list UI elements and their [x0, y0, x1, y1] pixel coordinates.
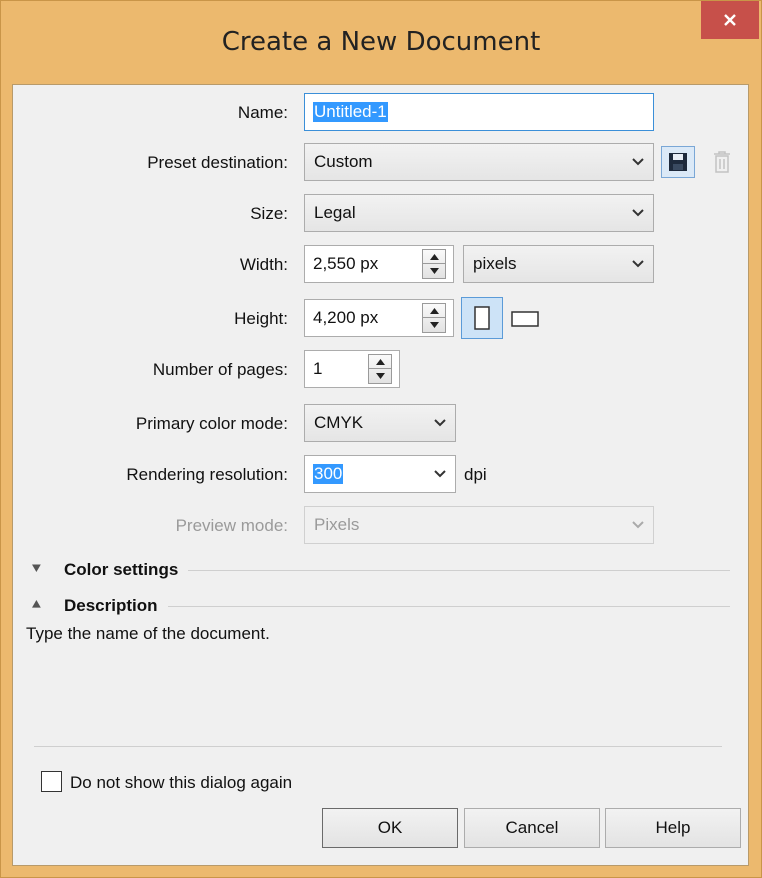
- name-label: Name:: [237, 103, 288, 122]
- resolution-input[interactable]: 300: [304, 455, 456, 493]
- color-mode-label: Primary color mode:: [135, 414, 288, 433]
- help-label: Help: [655, 818, 691, 837]
- color-settings-section-header[interactable]: ⯆ Color settings: [30, 558, 730, 582]
- height-label: Height:: [234, 309, 288, 328]
- ok-button[interactable]: OK: [322, 808, 458, 848]
- floppy-disk-icon: [669, 153, 687, 171]
- resolution-value: 300: [313, 464, 344, 484]
- divider: [188, 569, 730, 571]
- pages-increment-button[interactable]: [369, 355, 391, 369]
- delete-preset-button[interactable]: [704, 146, 740, 178]
- save-preset-button[interactable]: [661, 146, 695, 178]
- width-increment-button[interactable]: [423, 250, 445, 264]
- name-input[interactable]: Untitled-1: [304, 93, 654, 131]
- preset-destination-label: Preset destination:: [147, 153, 288, 172]
- description-label: Description: [64, 596, 158, 615]
- help-button[interactable]: Help: [605, 808, 741, 848]
- color-settings-label: Color settings: [64, 560, 179, 579]
- width-decrement-button[interactable]: [423, 264, 445, 278]
- arrow-up-icon: [375, 358, 385, 365]
- height-increment-button[interactable]: [423, 304, 445, 318]
- description-section-header[interactable]: ⯅ Description: [30, 594, 730, 618]
- cancel-button[interactable]: Cancel: [464, 808, 600, 848]
- height-value: 4,200 px: [313, 308, 379, 327]
- collapse-chevron-icon: ⯅: [30, 597, 43, 614]
- divider: [167, 605, 730, 607]
- footer-divider: [34, 746, 722, 747]
- size-select[interactable]: Legal: [304, 194, 654, 232]
- arrow-up-icon: [429, 253, 439, 260]
- portrait-orientation-icon: [474, 306, 490, 330]
- preview-mode-select: Pixels: [304, 506, 654, 544]
- landscape-orientation-icon: [511, 311, 539, 327]
- trash-icon: [714, 151, 730, 173]
- close-icon: [724, 14, 736, 26]
- height-decrement-button[interactable]: [423, 318, 445, 332]
- dont-show-again-label[interactable]: Do not show this dialog again: [70, 773, 292, 793]
- dont-show-again-checkbox[interactable]: [41, 771, 62, 792]
- color-mode-select[interactable]: CMYK: [304, 404, 456, 442]
- width-value: 2,550 px: [313, 254, 379, 273]
- chevron-down-icon: [632, 209, 644, 217]
- preview-mode-value: Pixels: [314, 515, 360, 534]
- chevron-down-icon: [632, 260, 644, 268]
- title-bar[interactable]: Create a New Document: [1, 1, 761, 85]
- width-label: Width:: [239, 255, 288, 274]
- preset-destination-value: Custom: [314, 152, 373, 171]
- width-stepper[interactable]: [422, 249, 446, 279]
- preview-mode-label: Preview mode:: [175, 516, 288, 535]
- dialog-title: Create a New Document: [221, 27, 541, 57]
- height-stepper[interactable]: [422, 303, 446, 333]
- description-text: Type the name of the document.: [26, 624, 270, 643]
- close-button[interactable]: [701, 1, 759, 39]
- pages-decrement-button[interactable]: [369, 369, 391, 383]
- cancel-label: Cancel: [505, 818, 559, 837]
- expand-chevron-icon: ⯆: [30, 561, 43, 578]
- chevron-down-icon: [632, 158, 644, 166]
- chevron-down-icon[interactable]: [433, 468, 447, 480]
- chevron-down-icon: [632, 521, 644, 529]
- name-value: Untitled-1: [313, 102, 388, 122]
- width-unit-select[interactable]: pixels: [463, 245, 654, 283]
- pages-label: Number of pages:: [152, 360, 288, 379]
- arrow-down-icon: [375, 373, 385, 379]
- color-mode-value: CMYK: [314, 413, 364, 432]
- width-unit-value: pixels: [473, 254, 517, 273]
- landscape-orientation-button[interactable]: [508, 305, 542, 333]
- arrow-up-icon: [429, 307, 439, 314]
- arrow-down-icon: [429, 268, 439, 274]
- pages-value: 1: [313, 359, 323, 378]
- size-label: Size:: [250, 204, 288, 223]
- pages-stepper[interactable]: [368, 354, 392, 384]
- portrait-orientation-button[interactable]: [461, 297, 503, 339]
- preset-destination-select[interactable]: Custom: [304, 143, 654, 181]
- resolution-unit: dpi: [464, 465, 487, 484]
- chevron-down-icon: [434, 419, 446, 427]
- ok-label: OK: [377, 818, 403, 837]
- size-value: Legal: [314, 203, 356, 222]
- arrow-down-icon: [429, 322, 439, 328]
- resolution-label: Rendering resolution:: [126, 465, 288, 484]
